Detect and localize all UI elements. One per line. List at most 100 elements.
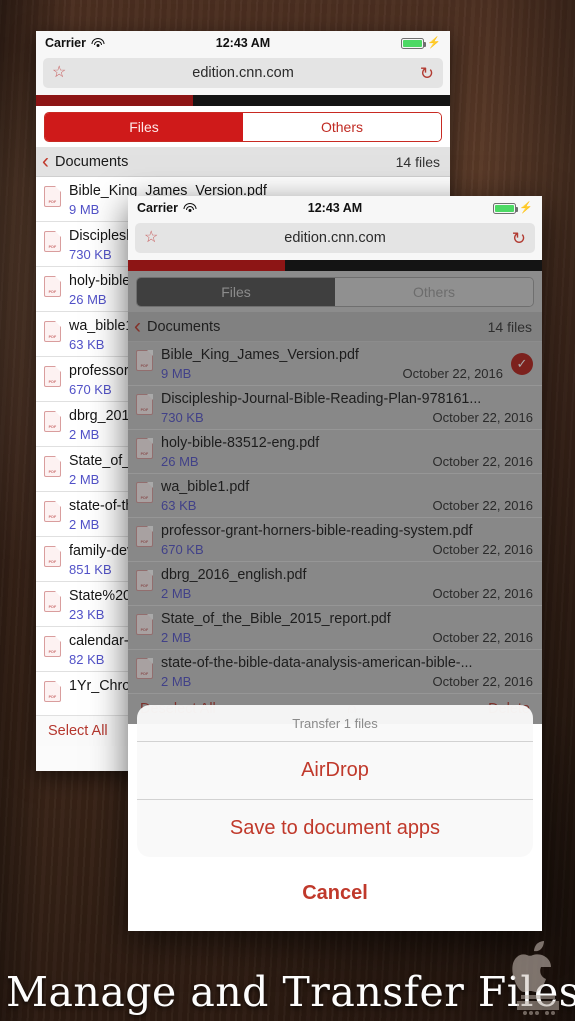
caption-banner: Manage and Transfer Files: [0, 931, 575, 1021]
browser-url-bar: ☆ edition.cnn.com ↻: [36, 55, 450, 95]
battery-icon: [493, 202, 519, 214]
chevron-left-icon[interactable]: ‹: [134, 316, 141, 337]
caption-text: Manage and Transfer Files: [6, 968, 575, 1016]
url-field[interactable]: ☆ edition.cnn.com ↻: [135, 223, 535, 253]
battery-icon: [401, 37, 427, 49]
file-size: 9 MB: [161, 366, 192, 381]
action-airdrop[interactable]: AirDrop: [137, 742, 533, 800]
url-text: edition.cnn.com: [284, 230, 386, 246]
lightning-bolt-icon: ⚡: [519, 201, 533, 214]
pdf-file-icon: [44, 276, 61, 297]
reload-icon[interactable]: ↻: [512, 230, 526, 247]
front-app-body: Files Others ‹ Documents 14 files Bible_…: [128, 271, 542, 724]
file-size: 2 MB: [161, 674, 192, 689]
file-name: state-of-the-bible-data-analysis-america…: [161, 655, 473, 671]
file-row[interactable]: State_of_the_Bible_2015_report.pdf 2 MB Oc…: [128, 606, 542, 650]
file-size: 63 KB: [69, 337, 105, 352]
file-name: wa_bible1.pdf: [161, 479, 250, 495]
file-name: holy-bible-83512-eng.pdf: [161, 435, 320, 451]
front-phone-screenshot: Carrier 12:43 AM ⚡ ☆ edition.cnn.com ↻ F…: [128, 196, 542, 931]
file-date: October 22, 2016: [402, 366, 503, 381]
file-meta: professor-grant-horners-bible-reading-sy…: [161, 523, 533, 557]
apple-logo-watermark: [512, 941, 559, 1015]
file-name: Bible_King_James_Version.pdf: [161, 347, 359, 363]
file-size: 851 KB: [69, 562, 112, 577]
status-bar: Carrier 12:43 AM ⚡: [36, 31, 450, 55]
action-sheet-panel: Transfer 1 files AirDrop Save to documen…: [137, 705, 533, 857]
file-name: professor-grant-horners-bible-reading-sy…: [161, 523, 473, 539]
segmented-control[interactable]: Files Others: [44, 112, 442, 142]
pdf-file-icon: [44, 591, 61, 612]
file-list[interactable]: Bible_King_James_Version.pdf 9 MB October …: [128, 342, 542, 694]
file-row[interactable]: holy-bible-83512-eng.pdf 26 MB October 22,…: [128, 430, 542, 474]
browser-url-bar: ☆ edition.cnn.com ↻: [128, 220, 542, 260]
pdf-file-icon: [44, 456, 61, 477]
file-size: 2 MB: [161, 586, 192, 601]
segmented-control[interactable]: Files Others: [136, 277, 534, 307]
pdf-file-icon: [136, 482, 153, 503]
star-icon[interactable]: ☆: [52, 65, 66, 81]
pdf-file-icon: [44, 501, 61, 522]
pdf-file-icon: [136, 614, 153, 635]
action-sheet-title: Transfer 1 files: [137, 705, 533, 742]
file-row[interactable]: dbrg_2016_english.pdf 2 MB October 22, 201…: [128, 562, 542, 606]
file-row[interactable]: Bible_King_James_Version.pdf 9 MB October …: [128, 342, 542, 386]
url-text: edition.cnn.com: [192, 65, 294, 81]
file-size: 730 KB: [161, 410, 204, 425]
url-field[interactable]: ☆ edition.cnn.com ↻: [43, 58, 443, 88]
file-size: 9 MB: [69, 202, 100, 217]
segmented-control-wrap: Files Others: [128, 271, 542, 312]
app-top-strip: [36, 95, 450, 106]
file-subline: 9 MB October 22, 2016: [161, 366, 503, 381]
file-subline: 670 KB October 22, 2016: [161, 542, 533, 557]
file-row[interactable]: state-of-the-bible-data-analysis-america…: [128, 650, 542, 694]
action-save-to-document-apps[interactable]: Save to document apps: [137, 800, 533, 857]
pdf-file-icon: [136, 526, 153, 547]
action-sheet: Transfer 1 files AirDrop Save to documen…: [128, 705, 542, 931]
file-size: 26 MB: [161, 454, 199, 469]
pdf-file-icon: [44, 366, 61, 387]
file-count: 14 files: [395, 153, 440, 170]
cancel-button[interactable]: Cancel: [137, 865, 533, 922]
file-name: Discipleship-Journal-Bible-Reading-Plan-…: [161, 391, 482, 407]
pdf-file-icon: [136, 394, 153, 415]
file-meta: state-of-the-bible-data-analysis-america…: [161, 655, 533, 689]
select-all-button[interactable]: Select All: [48, 723, 108, 739]
file-subline: 2 MB October 22, 2016: [161, 674, 533, 689]
segmented-control-wrap: Files Others: [36, 106, 450, 147]
status-time: 12:43 AM: [215, 36, 271, 50]
file-meta: Bible_King_James_Version.pdf 9 MB October …: [161, 347, 503, 381]
lightning-bolt-icon: ⚡: [427, 36, 441, 49]
file-size: 63 KB: [161, 498, 197, 513]
file-meta: Discipleship-Journal-Bible-Reading-Plan-…: [161, 391, 533, 425]
file-row[interactable]: Discipleship-Journal-Bible-Reading-Plan-…: [128, 386, 542, 430]
file-meta: holy-bible-83512-eng.pdf 26 MB October 22,…: [161, 435, 533, 469]
pdf-file-icon: [44, 546, 61, 567]
tab-files[interactable]: Files: [45, 113, 243, 141]
file-date: October 22, 2016: [432, 674, 533, 689]
pdf-file-icon: [44, 681, 61, 702]
chevron-left-icon[interactable]: ‹: [42, 151, 49, 172]
status-bar: Carrier 12:43 AM ⚡: [128, 196, 542, 220]
reload-icon[interactable]: ↻: [420, 65, 434, 82]
file-meta: dbrg_2016_english.pdf 2 MB October 22, 201…: [161, 567, 533, 601]
file-row[interactable]: wa_bible1.pdf 63 KB October 22, 2016: [128, 474, 542, 518]
file-date: October 22, 2016: [432, 498, 533, 513]
pdf-file-icon: [44, 231, 61, 252]
pdf-file-icon: [44, 411, 61, 432]
file-subline: 2 MB October 22, 2016: [161, 630, 533, 645]
breadcrumb-label: Documents: [147, 318, 221, 335]
star-icon[interactable]: ☆: [144, 230, 158, 246]
file-subline: 26 MB October 22, 2016: [161, 454, 533, 469]
file-row[interactable]: professor-grant-horners-bible-reading-sy…: [128, 518, 542, 562]
tab-others[interactable]: Others: [335, 278, 533, 306]
breadcrumb: ‹ Documents 14 files: [128, 312, 542, 342]
tab-others[interactable]: Others: [243, 113, 441, 141]
file-subline: 730 KB October 22, 2016: [161, 410, 533, 425]
selected-check-icon[interactable]: ✓: [511, 353, 533, 375]
file-size: 2 MB: [69, 517, 100, 532]
file-size: 670 KB: [69, 382, 112, 397]
file-size: 2 MB: [69, 472, 100, 487]
file-size: 82 KB: [69, 652, 105, 667]
tab-files[interactable]: Files: [137, 278, 335, 306]
